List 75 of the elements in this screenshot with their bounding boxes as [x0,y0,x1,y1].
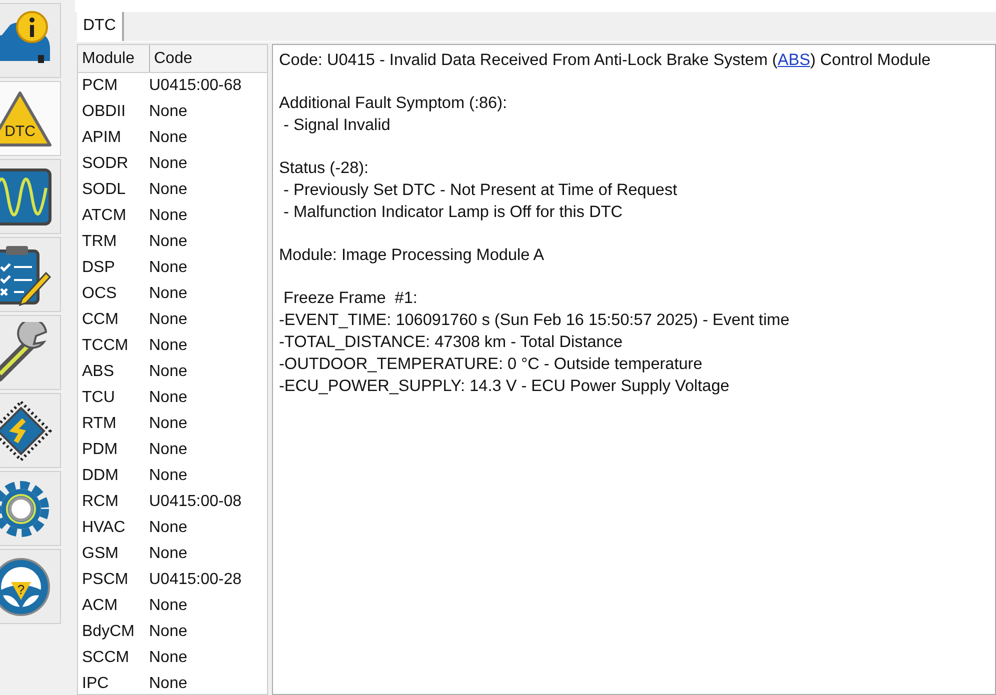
tab[interactable]: DTC [77,12,124,41]
detail-line: Module: Image Processing Module A [279,245,546,266]
detail-line: - Previously Set DTC - Not Present at Time of Request [282,180,678,201]
table-cell-text: None [148,233,188,251]
table-cell-text: RCM [81,493,120,511]
toolbar-button[interactable]: DTC [0,81,61,156]
table-cell-text: None [148,363,188,381]
code-description: Code: U0415 - Invalid Data Received From Anti-Lock Brake System (ABS) Control Module [279,50,932,71]
table-cell-text: None [148,675,188,693]
column-header[interactable]: Code [150,45,196,72]
table-cell-text: None [148,311,188,329]
detail-line: Status (-28): [279,158,370,179]
oscilloscope-icon [0,168,52,226]
toolbar-button[interactable]: ? [0,549,61,624]
table-cell-text: None [148,597,188,615]
steering-wheel-help-icon: ? [0,556,52,618]
table-cell-text: None [148,649,188,667]
table-cell-text: None [148,389,188,407]
table-cell-text: U0415:00-28 [148,571,242,589]
table-cell-text: None [148,467,188,485]
table-cell-text: ACM [81,597,119,615]
table-cell-text: None [148,545,188,563]
toolbar-button[interactable] [0,237,61,312]
table-cell-text: None [148,103,188,121]
table-cell-text: None [148,207,188,225]
table-cell-text: None [148,623,188,641]
table-cell-text: APIM [81,129,122,147]
table-cell-text: None [148,415,188,433]
toolbar-button[interactable] [0,159,61,234]
table-cell-text: PSCM [81,571,130,589]
table-cell-text: None [148,155,188,173]
abs-link[interactable]: ABS [778,51,810,69]
detail-line: -ECU_POWER_SUPPLY: 14.3 V - ECU Power Supply Voltage [279,376,730,397]
toolbar-button[interactable] [0,393,61,468]
table-cell-text: None [148,129,188,147]
table-cell-text: OBDII [81,103,127,121]
table-cell-text: U0415:00-08 [148,493,242,511]
warning-triangle-icon: DTC [0,90,52,148]
table-cell-text: None [148,441,188,459]
chip-icon [0,400,52,462]
table-cell-text: DDM [81,467,120,485]
table-cell-text: SODL [81,181,127,199]
detail-line: -OUTDOOR_TEMPERATURE: 0 °C - Outside temperature [279,354,704,375]
table-cell-text: None [148,259,188,277]
detail-line: Additional Fault Symptom (:86): [279,93,508,114]
table-cell-text: ABS [81,363,116,381]
detail-line: - Signal Invalid [282,115,392,136]
column-header[interactable]: Module [78,45,150,72]
detail-line: - Malfunction Indicator Lamp is Off for this DTC [282,202,624,223]
table-cell-text: RTM [81,415,118,433]
table-cell-text: OCS [81,285,118,303]
table-cell-text: U0415:00-68 [148,77,242,95]
detail-line: Freeze Frame #1: [282,288,418,309]
table-cell-text: SODR [81,155,130,173]
table-cell-text: PCM [81,77,119,95]
table-cell-text: PDM [81,441,119,459]
table-cell-text: TCU [81,389,116,407]
table-cell-text: TRM [81,233,118,251]
table-cell-text: None [148,181,188,199]
table-cell-text: None [148,337,188,355]
table-cell-text: None [148,285,188,303]
toolbar-button[interactable] [0,315,61,390]
table-cell-text: SCCM [81,649,130,667]
table-cell-text: HVAC [81,519,126,537]
table-cell-text: GSM [81,545,120,563]
table-cell-text: IPC [81,675,110,693]
detail-line: -TOTAL_DISTANCE: 47308 km - Total Distance [279,332,624,353]
detail-line: -EVENT_TIME: 106091760 s (Sun Feb 16 15:50:57 2025) - Event time [279,310,790,331]
table-cell-text: None [148,519,188,537]
table-cell-text: ATCM [81,207,128,225]
table-cell-text: DSP [81,259,116,277]
toolbar-button[interactable] [0,3,61,78]
table-cell-text: CCM [81,311,120,329]
table-cell-text: TCCM [81,337,130,355]
table-cell-text: BdyCM [81,623,136,641]
